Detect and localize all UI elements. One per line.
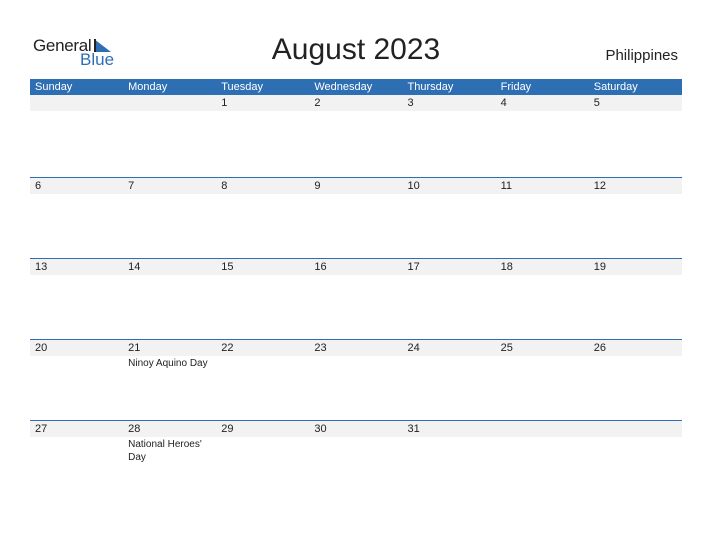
holiday-label xyxy=(496,194,589,195)
date-number xyxy=(589,421,682,437)
holiday-label xyxy=(496,437,589,464)
date-number: 6 xyxy=(35,180,42,192)
holiday-label xyxy=(216,275,309,276)
weekday-header: Sunday Monday Tuesday Wednesday Thursday… xyxy=(30,79,682,95)
date-number: 8 xyxy=(221,180,228,192)
holiday-label xyxy=(216,111,309,112)
date-number-row: 6 7 8 9 10 11 12 xyxy=(30,178,682,194)
holiday-label xyxy=(309,356,402,370)
weekday-wednesday: Wednesday xyxy=(314,81,373,93)
holiday-label xyxy=(589,356,682,370)
holiday-label xyxy=(216,356,309,370)
holiday-label xyxy=(123,111,216,112)
date-number-row: 13 14 15 16 17 18 19 xyxy=(30,259,682,275)
event-row xyxy=(30,275,682,276)
weekday-saturday: Saturday xyxy=(593,81,638,93)
date-number: 2 xyxy=(314,97,321,109)
event-row: National Heroes' Day xyxy=(30,437,682,464)
holiday-label: Ninoy Aquino Day xyxy=(128,358,208,369)
date-number: 20 xyxy=(35,342,48,354)
weekday-friday: Friday xyxy=(500,81,532,93)
date-number: 10 xyxy=(407,180,420,192)
date-number: 7 xyxy=(128,180,135,192)
date-number: 5 xyxy=(593,97,600,109)
date-number: 29 xyxy=(221,423,234,435)
date-number: 15 xyxy=(221,261,234,273)
calendar-grid: Sunday Monday Tuesday Wednesday Thursday… xyxy=(30,79,682,501)
holiday-label xyxy=(496,356,589,370)
holiday-label xyxy=(403,194,496,195)
holiday-label xyxy=(30,437,123,464)
date-number-row: 27 28 29 30 31 xyxy=(30,421,682,437)
date-number: 25 xyxy=(500,342,513,354)
date-number: 23 xyxy=(314,342,327,354)
date-number xyxy=(123,95,216,111)
holiday-label xyxy=(403,275,496,276)
date-number: 19 xyxy=(593,261,606,273)
holiday-label xyxy=(403,111,496,112)
weekday-sunday: Sunday xyxy=(35,81,73,93)
holiday-label xyxy=(309,275,402,276)
event-row xyxy=(30,194,682,195)
date-number xyxy=(30,95,123,111)
event-row xyxy=(30,111,682,112)
holiday-label xyxy=(216,437,309,464)
week-row: 20 21 22 23 24 25 26 Ninoy Aquino Day xyxy=(30,339,682,420)
weekday-tuesday: Tuesday xyxy=(221,81,264,93)
holiday-label xyxy=(403,356,496,370)
date-number: 1 xyxy=(221,97,228,109)
holiday-label xyxy=(30,356,123,370)
date-number: 12 xyxy=(593,180,606,192)
date-number: 13 xyxy=(35,261,48,273)
holiday-label xyxy=(216,194,309,195)
holiday-label xyxy=(30,275,123,276)
holiday-label xyxy=(496,275,589,276)
holiday-label xyxy=(403,437,496,464)
holiday-label xyxy=(589,275,682,276)
holiday-label xyxy=(30,194,123,195)
date-number xyxy=(496,421,589,437)
holiday-label xyxy=(496,111,589,112)
holiday-label xyxy=(309,437,402,464)
weekday-monday: Monday xyxy=(128,81,168,93)
date-number: 31 xyxy=(407,423,420,435)
event-row: Ninoy Aquino Day xyxy=(30,356,682,370)
date-number: 28 xyxy=(128,423,141,435)
holiday-label xyxy=(589,194,682,195)
date-number: 3 xyxy=(407,97,414,109)
holiday-label xyxy=(309,194,402,195)
date-number: 24 xyxy=(407,342,420,354)
date-number: 21 xyxy=(128,342,141,354)
date-number: 22 xyxy=(221,342,234,354)
week-row: 6 7 8 9 10 11 12 xyxy=(30,177,682,258)
holiday-label: National Heroes' Day xyxy=(128,439,202,463)
holiday-label xyxy=(589,437,682,464)
date-number: 27 xyxy=(35,423,48,435)
date-number: 9 xyxy=(314,180,321,192)
date-number: 4 xyxy=(500,97,507,109)
date-number: 16 xyxy=(314,261,327,273)
date-number-row: 1 2 3 4 5 xyxy=(30,95,682,111)
date-number: 17 xyxy=(407,261,420,273)
holiday-label xyxy=(123,194,216,195)
holiday-label xyxy=(309,111,402,112)
date-number: 14 xyxy=(128,261,141,273)
week-row: 1 2 3 4 5 xyxy=(30,95,682,177)
date-number: 18 xyxy=(500,261,513,273)
date-number: 30 xyxy=(314,423,327,435)
holiday-label xyxy=(30,111,123,112)
holiday-label xyxy=(589,111,682,112)
week-row: 13 14 15 16 17 18 19 xyxy=(30,258,682,339)
date-number: 26 xyxy=(593,342,606,354)
date-number: 11 xyxy=(500,180,513,192)
week-row: 27 28 29 30 31 National Heroes' Day xyxy=(30,420,682,501)
date-number-row: 20 21 22 23 24 25 26 xyxy=(30,340,682,356)
country-label: Philippines xyxy=(605,47,678,64)
holiday-label xyxy=(123,275,216,276)
weekday-thursday: Thursday xyxy=(407,81,454,93)
